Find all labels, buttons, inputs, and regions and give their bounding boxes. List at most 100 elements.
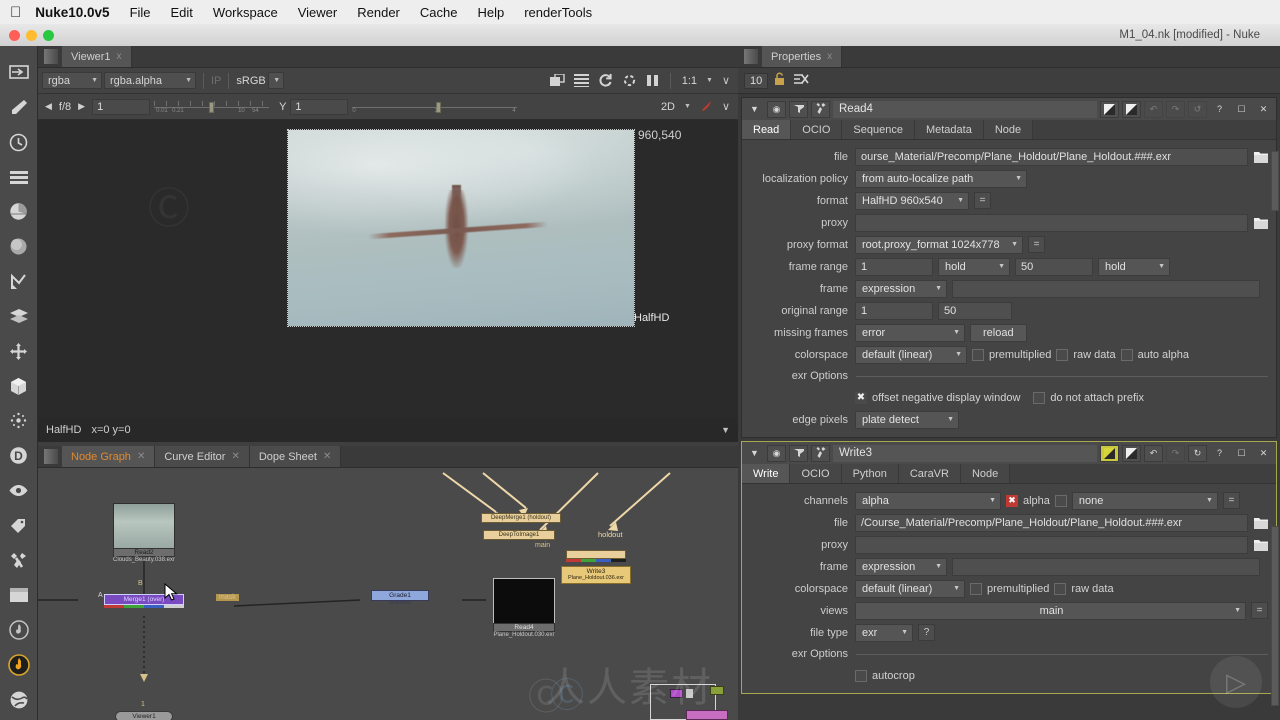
frame-range-before-select[interactable]: hold ▼ bbox=[938, 257, 1010, 276]
maximize-window-button[interactable] bbox=[43, 29, 54, 41]
panel-grip[interactable] bbox=[44, 449, 58, 464]
menu-item-render[interactable]: Render bbox=[357, 5, 400, 20]
do-not-attach-checkbox[interactable] bbox=[1033, 391, 1046, 404]
tab-ocio[interactable]: OCIO bbox=[791, 120, 843, 139]
node-deeptoimage1[interactable]: DeepToImage1 bbox=[483, 530, 555, 540]
premultiplied-checkbox[interactable] bbox=[970, 582, 982, 595]
keyer-node-icon[interactable] bbox=[4, 267, 34, 296]
channels-select[interactable]: alpha ▼ bbox=[855, 491, 1001, 510]
wrench-icon[interactable] bbox=[811, 444, 830, 462]
write-node-name[interactable]: Write3 bbox=[833, 444, 1097, 462]
close-window-button[interactable] bbox=[9, 29, 20, 41]
panel-grip[interactable] bbox=[744, 49, 758, 64]
clear-all-icon[interactable] bbox=[793, 72, 809, 89]
file-type-select[interactable]: exr ▼ bbox=[855, 623, 913, 642]
max-panels-field[interactable]: 10 bbox=[744, 72, 769, 89]
window-controls[interactable] bbox=[0, 29, 54, 41]
revert-icon[interactable]: ↻ bbox=[1188, 444, 1207, 462]
menu-item-file[interactable]: File bbox=[130, 5, 151, 20]
tab-node[interactable]: Node bbox=[960, 464, 1011, 483]
proxy-format-select[interactable]: root.proxy_format 1024x778 ▼ bbox=[855, 235, 1023, 254]
alpha-checkbox[interactable]: ✖ bbox=[1006, 494, 1018, 507]
original-range-end-input[interactable]: 50 bbox=[938, 301, 1012, 320]
premultiplied-checkbox[interactable] bbox=[972, 348, 984, 361]
frame-expression-input[interactable] bbox=[952, 279, 1260, 298]
enable-icon[interactable] bbox=[1100, 444, 1119, 462]
viewer-mode-value[interactable]: 2D bbox=[661, 101, 675, 113]
tab-viewer1[interactable]: Viewer1 x bbox=[62, 46, 132, 67]
folder-icon[interactable] bbox=[1253, 149, 1268, 164]
close-icon[interactable]: ✕ bbox=[137, 451, 145, 462]
chevron-down-icon[interactable]: ▼ bbox=[706, 77, 713, 84]
properties-scrollbar-bottom[interactable] bbox=[1271, 526, 1279, 706]
expand-icon[interactable]: ∨ bbox=[722, 74, 730, 87]
node-read2[interactable]: Read2 Clouds_Beauty.038.exr bbox=[113, 503, 175, 563]
menu-item-rendertools[interactable]: renderTools bbox=[524, 5, 592, 20]
proxy-input[interactable] bbox=[855, 213, 1248, 232]
edge-pixels-select[interactable]: plate detect ▼ bbox=[855, 410, 959, 429]
panel-grip[interactable] bbox=[44, 49, 58, 64]
gain-slider[interactable]: 0.01 0.21 1 10 54 bbox=[154, 99, 270, 115]
colorspace-select[interactable]: ▼ bbox=[267, 72, 284, 89]
mask-icon[interactable]: ◉ bbox=[767, 444, 786, 462]
close-icon[interactable]: x bbox=[117, 51, 122, 62]
node-mini-dot[interactable] bbox=[686, 689, 693, 698]
proxy-format-animate-button[interactable]: = bbox=[1028, 236, 1045, 253]
help-icon[interactable]: ? bbox=[1210, 101, 1229, 118]
undo-icon[interactable]: ↶ bbox=[1144, 444, 1163, 462]
colorspace-select[interactable]: default (linear) ▼ bbox=[855, 579, 965, 598]
minimize-window-button[interactable] bbox=[26, 29, 37, 41]
image-node-icon[interactable] bbox=[4, 58, 34, 87]
missing-frames-select[interactable]: error ▼ bbox=[855, 323, 965, 342]
3d-node-icon[interactable] bbox=[4, 372, 34, 401]
disable-icon[interactable] bbox=[1122, 444, 1141, 462]
contact-icon[interactable] bbox=[789, 444, 808, 462]
views-animate-button[interactable]: = bbox=[1251, 602, 1268, 619]
layer-select[interactable]: rgba.alpha ▼ bbox=[104, 72, 196, 89]
channels-second-checkbox[interactable] bbox=[1054, 494, 1067, 507]
disable-icon[interactable] bbox=[1122, 100, 1141, 118]
unlock-icon[interactable] bbox=[774, 72, 787, 89]
close-icon[interactable]: x bbox=[827, 51, 832, 62]
frame-range-end-input[interactable]: 50 bbox=[1015, 257, 1093, 276]
menu-item-cache[interactable]: Cache bbox=[420, 5, 458, 20]
tab-caravr[interactable]: CaraVR bbox=[898, 464, 961, 483]
tab-read[interactable]: Read bbox=[742, 120, 792, 139]
file-type-help-button[interactable]: ? bbox=[918, 624, 935, 641]
node-graph-canvas[interactable]: Read2 Clouds_Beauty.038.exr Merge1 (over… bbox=[38, 468, 738, 720]
tab-curve-editor[interactable]: Curve Editor ✕ bbox=[155, 446, 250, 467]
tab-node-graph[interactable]: Node Graph ✕ bbox=[62, 446, 156, 467]
node-write3[interactable]: Write3 Plane_Holdout.036.exr bbox=[561, 566, 631, 584]
close-icon[interactable]: ✕ bbox=[1254, 445, 1273, 462]
properties-scrollbar-top[interactable] bbox=[1271, 151, 1279, 211]
ip-toggle[interactable]: IP bbox=[211, 75, 221, 87]
original-range-start-input[interactable]: 1 bbox=[855, 301, 933, 320]
tab-python[interactable]: Python bbox=[841, 464, 899, 483]
node-mini-magenta[interactable] bbox=[686, 710, 728, 720]
refresh-icon[interactable] bbox=[598, 73, 613, 88]
node-mini-keyer[interactable] bbox=[670, 689, 683, 698]
views-select[interactable]: main ▼ bbox=[855, 601, 1246, 620]
apple-logo-icon[interactable]:  bbox=[10, 5, 21, 20]
menu-item-workspace[interactable]: Workspace bbox=[213, 5, 278, 20]
toolsets-node-icon[interactable] bbox=[4, 546, 34, 575]
mask-icon[interactable]: ◉ bbox=[767, 100, 786, 118]
frame-expression-input[interactable] bbox=[952, 557, 1260, 576]
tab-ocio[interactable]: OCIO bbox=[790, 464, 842, 483]
tab-metadata[interactable]: Metadata bbox=[914, 120, 984, 139]
color-node-icon[interactable] bbox=[4, 197, 34, 226]
revert-icon[interactable]: ↺ bbox=[1188, 100, 1207, 118]
expand-icon[interactable]: ∨ bbox=[722, 100, 730, 113]
chevron-down-icon[interactable]: ▼ bbox=[684, 103, 691, 110]
viewer-canvas[interactable]: Ⓒ 960,540 HalfHD bbox=[38, 120, 738, 418]
node-deepmerge1[interactable]: DeepMerge1 (holdout) bbox=[481, 513, 561, 523]
deep-node-icon[interactable]: D bbox=[4, 441, 34, 470]
close-icon[interactable]: ✕ bbox=[323, 451, 331, 462]
file-input[interactable]: ourse_Material/Precomp/Plane_Holdout/Pla… bbox=[855, 147, 1248, 166]
gain-increase-icon[interactable]: ▶ bbox=[75, 101, 88, 112]
offset-negative-checkbox[interactable]: ✖ bbox=[855, 391, 867, 404]
frame-range-after-select[interactable]: hold ▼ bbox=[1098, 257, 1170, 276]
metadata-node-icon[interactable] bbox=[4, 511, 34, 540]
auto-alpha-checkbox[interactable] bbox=[1120, 348, 1133, 361]
menu-item-viewer[interactable]: Viewer bbox=[298, 5, 338, 20]
